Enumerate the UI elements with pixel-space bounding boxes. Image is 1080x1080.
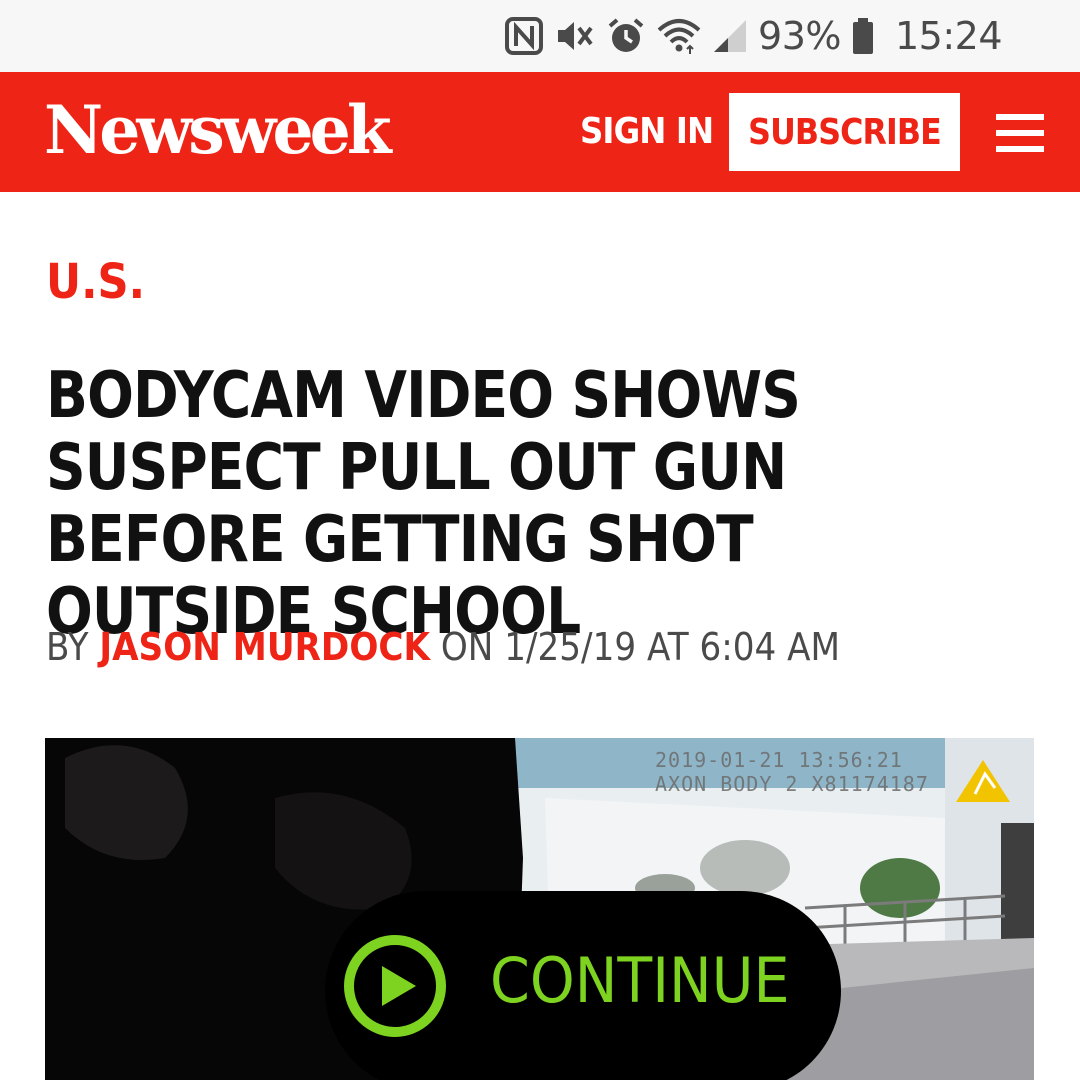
continue-label[interactable]: CONTINUE: [490, 943, 790, 1019]
status-icons: 93% 15:24: [504, 8, 1003, 64]
battery-percentage: 93%: [758, 14, 841, 58]
sign-in-link[interactable]: SIGN IN: [580, 106, 714, 158]
clock: 15:24: [894, 14, 1003, 58]
alarm-icon: [606, 16, 646, 56]
byline-prefix: BY: [46, 625, 89, 669]
battery-icon: [851, 16, 875, 56]
publish-date: ON 1/25/19 AT 6:04 AM: [440, 625, 841, 669]
site-header: Newsweek SIGN IN SUBSCRIBE: [0, 72, 1080, 192]
play-circle-icon[interactable]: [342, 933, 448, 1044]
bodycam-overlay: 2019-01-21 13:56:21 AXON BODY 2 X8117418…: [655, 748, 929, 796]
section-link[interactable]: U.S.: [46, 252, 145, 312]
author-link[interactable]: JASON MURDOCK: [99, 625, 430, 669]
bodycam-timestamp: 2019-01-21 13:56:21: [655, 748, 903, 772]
newsweek-logo[interactable]: Newsweek: [44, 90, 392, 170]
wifi-icon: [656, 16, 702, 56]
article-headline: BODYCAM VIDEO SHOWS SUSPECT PULL OUT GUN…: [46, 359, 801, 649]
video-player[interactable]: 2019-01-21 13:56:21 AXON BODY 2 X8117418…: [45, 738, 1034, 1080]
subscribe-button[interactable]: SUBSCRIBE: [729, 93, 960, 171]
status-bar: 93% 15:24: [0, 0, 1080, 72]
vibrate-icon: [554, 16, 596, 56]
bodycam-device-id: AXON BODY 2 X81174187: [655, 772, 929, 796]
byline: BY JASON MURDOCK ON 1/25/19 AT 6:04 AM: [46, 622, 840, 672]
nfc-icon: [504, 16, 544, 56]
subscribe-label: SUBSCRIBE: [748, 111, 942, 153]
signal-icon: [712, 16, 748, 56]
hamburger-menu-icon[interactable]: [996, 114, 1044, 152]
